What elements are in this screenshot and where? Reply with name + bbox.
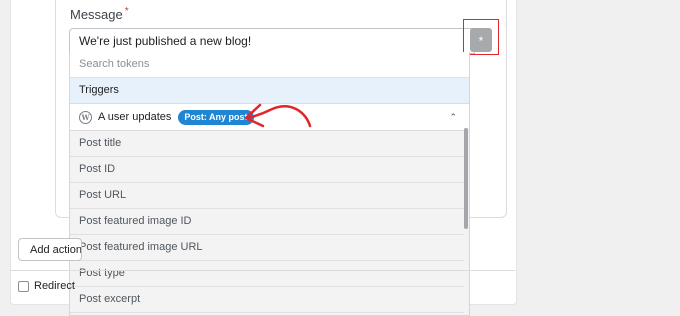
chevron-up-icon[interactable]: ⌃ (449, 104, 457, 130)
redirect-option[interactable]: Redirect (18, 280, 75, 292)
token-button[interactable]: * (470, 28, 492, 52)
token-item-post-url[interactable]: Post URL (70, 183, 469, 209)
message-input[interactable]: We're just published a new blog! (69, 28, 475, 54)
red-arrow-annotation (244, 103, 312, 128)
trigger-group-label: A user updates (98, 111, 172, 123)
redirect-checkbox[interactable] (18, 280, 29, 292)
redirect-label: Redirect (34, 280, 75, 292)
message-label-text: Message (70, 7, 123, 22)
token-item-post-featured-image-id[interactable]: Post featured image ID (70, 209, 469, 235)
add-action-button[interactable]: Add action (18, 238, 82, 261)
token-item-post-id[interactable]: Post ID (70, 157, 469, 183)
panel-divider (10, 270, 515, 271)
message-label: Message * (70, 6, 129, 22)
required-asterisk: * (124, 6, 129, 17)
token-item-post-title[interactable]: Post title (70, 131, 469, 157)
token-search-input[interactable]: Search tokens (70, 52, 469, 78)
token-item-post-excerpt[interactable]: Post excerpt (70, 287, 469, 313)
dropdown-scrollbar-thumb[interactable] (464, 128, 468, 229)
token-item-post-featured-image-url[interactable]: Post featured image URL (70, 235, 469, 261)
wordpress-icon: W (79, 110, 92, 124)
token-item-post-type[interactable]: Post type (70, 261, 469, 287)
